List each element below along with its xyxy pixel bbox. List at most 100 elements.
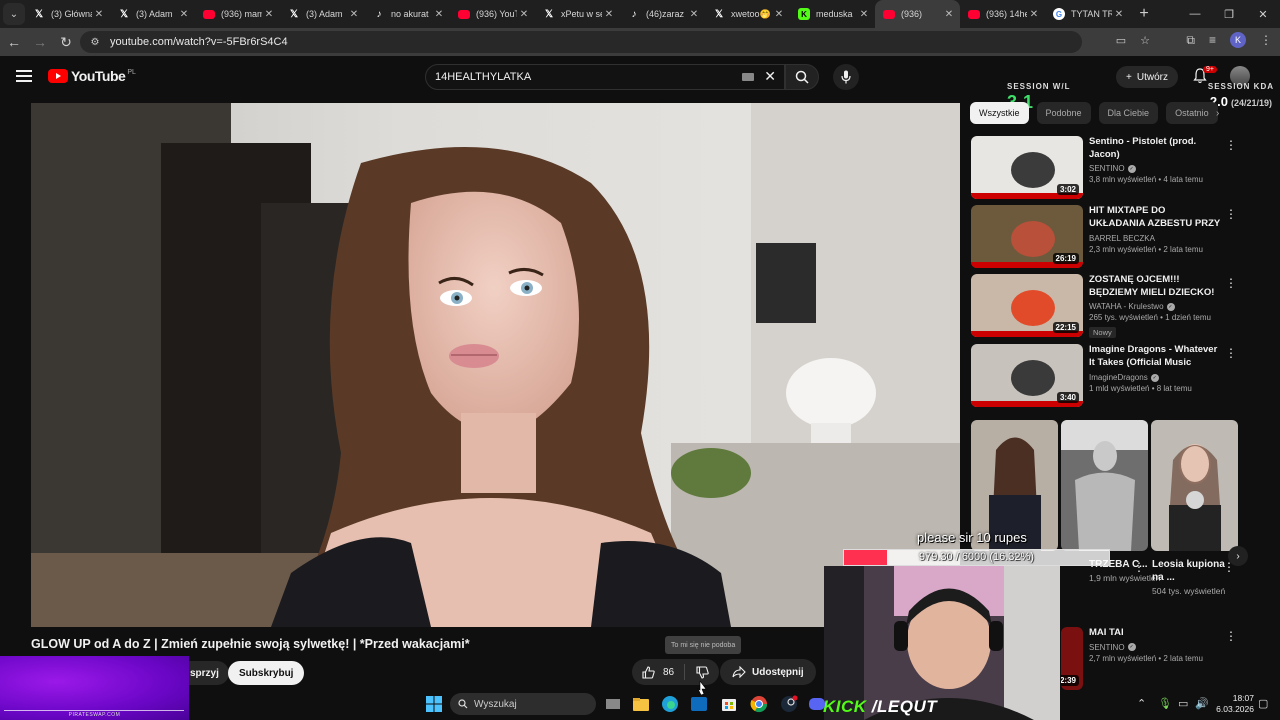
short-kebab-icon[interactable]: ⋮ (1223, 560, 1235, 574)
close-tab-icon[interactable]: ✕ (92, 9, 106, 20)
browser-tab[interactable]: (936) mam ✕ (195, 0, 280, 28)
close-tab-icon[interactable]: ✕ (177, 9, 191, 20)
search-button[interactable] (785, 64, 819, 90)
tab-search-button[interactable]: ⌄ (3, 3, 25, 25)
more-options-icon[interactable]: ⋮ (1225, 207, 1237, 221)
taskbar-clock[interactable]: 18:07 6.03.2026 (1214, 693, 1254, 715)
bookmark-star-icon[interactable]: ☆ (1140, 34, 1150, 47)
store-icon[interactable] (720, 695, 738, 713)
more-options-icon[interactable]: ⋮ (1225, 138, 1237, 152)
clear-search-icon[interactable]: ✕ (764, 68, 776, 85)
browser-tab[interactable]: 𝕏 (3) Adam ✕ (280, 0, 365, 28)
short-thumbnail[interactable] (1061, 420, 1148, 551)
video-thumbnail[interactable]: 26:19 (971, 205, 1083, 268)
short-thumbnail[interactable] (1151, 420, 1238, 551)
profile-avatar[interactable]: K (1230, 32, 1246, 48)
video-thumbnail[interactable]: 22:15 (971, 274, 1083, 337)
close-tab-icon[interactable]: ✕ (942, 9, 956, 20)
voice-search-button[interactable] (833, 64, 859, 90)
browser-tab[interactable]: Kmeduska ✕ (790, 0, 875, 28)
browser-tab[interactable]: (936) ✕ (875, 0, 960, 28)
browser-tab[interactable]: 𝕏xPetu w se ✕ (535, 0, 620, 28)
more-options-icon[interactable]: ⋮ (1225, 276, 1237, 290)
back-button[interactable]: ← (2, 34, 26, 50)
taskbar-search-input[interactable]: Wyszukaj (450, 693, 596, 715)
browser-tab[interactable]: (936) 14he ✕ (960, 0, 1045, 28)
more-options-icon[interactable]: ⋮ (1225, 346, 1237, 360)
browser-tab[interactable]: 𝕏xwetoo🤭 ✕ (705, 0, 790, 28)
video-duration: 22:15 (1052, 322, 1079, 333)
video-thumbnail[interactable]: 3:40 (971, 344, 1083, 407)
reload-button[interactable]: ↻ (54, 34, 78, 51)
search-input[interactable]: 14HEALTHYLATKA ✕ (425, 64, 785, 90)
short-title[interactable]: Leosia kupiona na ... (1152, 558, 1234, 584)
browser-tab[interactable]: ♪ (46)zaraz ✕ (620, 0, 705, 28)
filter-chip[interactable]: Ostatnio (1166, 102, 1218, 124)
windows-start-icon[interactable] (425, 695, 443, 713)
close-tab-icon[interactable]: ✕ (432, 9, 446, 20)
tab-title: (936) (901, 9, 923, 19)
network-icon[interactable]: ▭ (1178, 697, 1188, 710)
close-tab-icon[interactable]: ✕ (687, 9, 701, 20)
discord-icon[interactable] (808, 695, 826, 713)
tray-expand-icon[interactable]: ⌃ (1137, 697, 1146, 710)
youtube-logo[interactable]: YouTube PL (48, 68, 136, 84)
steam-icon[interactable] (780, 695, 798, 713)
donation-goal-bar: 979.30 / 6000 (16.32%) (843, 549, 1110, 566)
hamburger-menu-icon[interactable] (16, 70, 32, 82)
task-view-icon[interactable] (604, 695, 622, 713)
new-tab-button[interactable]: + (1134, 5, 1154, 23)
volume-icon[interactable]: 🔊 (1195, 697, 1209, 710)
video-thumbnail[interactable]: 3:02 (971, 136, 1083, 199)
close-tab-icon[interactable]: ✕ (1112, 9, 1126, 20)
more-options-icon[interactable]: ⋮ (1225, 629, 1237, 643)
close-tab-icon[interactable]: ✕ (857, 9, 871, 20)
recommendation-item[interactable]: 3:40 Imagine Dragons - Whatever It Takes … (971, 344, 1237, 408)
clock-time: 18:07 (1232, 693, 1254, 703)
close-tab-icon[interactable]: ✕ (1027, 9, 1041, 20)
close-tab-icon[interactable]: ✕ (772, 9, 786, 20)
site-info-icon[interactable]: ⚙ (88, 35, 102, 49)
edge-browser-icon[interactable] (661, 695, 679, 713)
like-button[interactable]: 86 (632, 659, 684, 685)
close-tab-icon[interactable]: ✕ (347, 9, 361, 20)
file-explorer-icon[interactable] (632, 695, 650, 713)
minimize-button[interactable]: — (1178, 0, 1212, 28)
short-kebab-icon[interactable]: ⋮ (1133, 560, 1145, 574)
tray-mic-icon[interactable]: 🎙 (1158, 697, 1172, 710)
filter-chip[interactable]: Dla Ciebie (1098, 102, 1159, 124)
browser-tab[interactable]: 𝕏 (3) Główna / X✕ (25, 0, 110, 28)
filter-chip[interactable]: Podobne (1036, 102, 1091, 124)
close-window-button[interactable]: ✕ (1246, 0, 1280, 28)
thumbs-up-icon (642, 665, 655, 679)
recommendation-item[interactable]: 22:15 ZOSTANĘ OJCEM!!! BĘDZIEMY MIELI DZI… (971, 274, 1237, 338)
menu-icon[interactable]: ⋮ (1260, 33, 1272, 47)
browser-tab[interactable]: 𝕏 (3) Adam ✕ (110, 0, 195, 28)
extensions-icon[interactable]: ⧉ (1186, 33, 1195, 48)
maximize-button[interactable]: ❐ (1212, 0, 1246, 28)
close-tab-icon[interactable]: ✕ (602, 9, 616, 20)
media-icon[interactable]: ≡ (1209, 33, 1216, 47)
forward-button[interactable]: → (28, 34, 52, 50)
browser-tab[interactable]: G TYTAN TR ✕ (1045, 0, 1130, 28)
share-button[interactable]: Udostępnij (720, 659, 816, 685)
notification-center-icon[interactable]: ▢ (1258, 697, 1268, 710)
video-player[interactable] (31, 103, 960, 627)
address-bar[interactable]: ⚙ youtube.com/watch?v=-5FBr6rS4C4 (80, 31, 1082, 53)
filter-chip[interactable]: Wszystkie (970, 102, 1029, 124)
browser-tab[interactable]: ♪ no akurat ✕ (365, 0, 450, 28)
recommendation-item[interactable]: 26:19 HIT MIXTAPE DO UKŁADANIA AZBESTU PR… (971, 205, 1237, 269)
video-thumbnail[interactable]: 2:39 (1061, 627, 1083, 690)
cast-icon[interactable]: ▭ (1116, 34, 1126, 47)
close-tab-icon[interactable]: ✕ (262, 9, 276, 20)
video-duration: 3:40 (1056, 392, 1079, 403)
kick-username-logo: KICK /LEQUT (823, 697, 937, 717)
subscribe-button[interactable]: Subskrybuj (228, 661, 305, 685)
outlook-icon[interactable] (690, 695, 708, 713)
chrome-icon[interactable] (750, 695, 768, 713)
chips-next-icon[interactable]: › (1216, 108, 1219, 119)
recommendation-item[interactable]: 3:02 Sentino - Pistolet (prod. Jacon) SENT… (971, 136, 1237, 200)
keyboard-icon[interactable] (742, 73, 754, 81)
close-tab-icon[interactable]: ✕ (517, 9, 531, 20)
browser-tab[interactable]: (936) YouT ✕ (450, 0, 535, 28)
